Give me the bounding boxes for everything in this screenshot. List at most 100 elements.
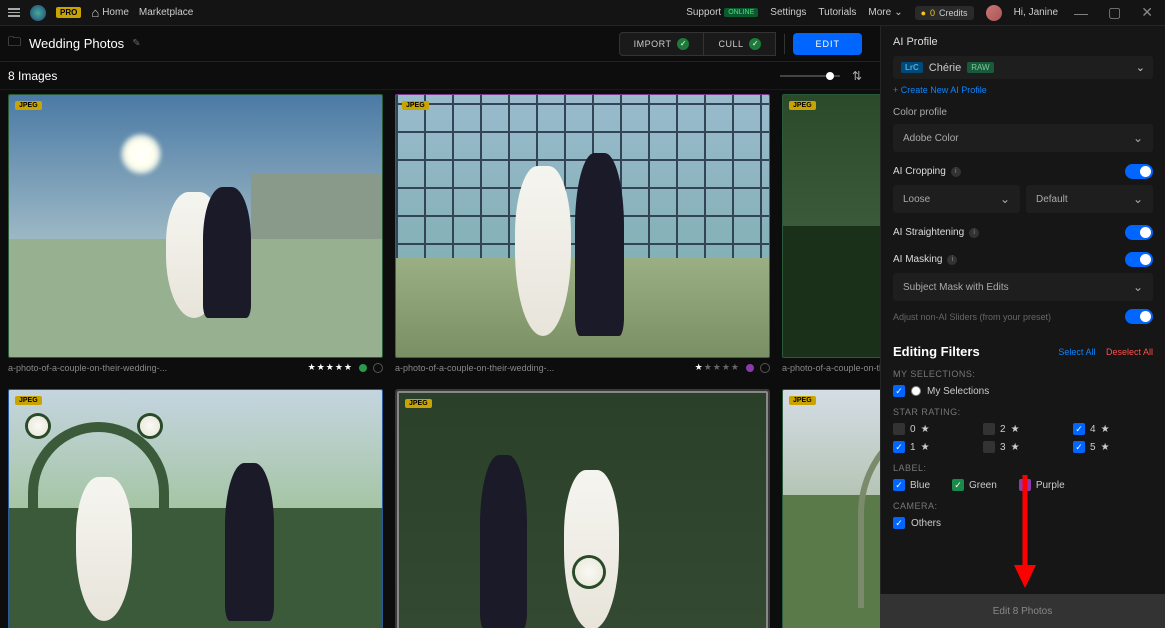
- chevron-down-icon: [1133, 131, 1143, 145]
- image-card[interactable]: JPEG a-realistic-photo-of-a-couple-on-th…: [8, 389, 383, 628]
- info-icon[interactable]: i: [947, 255, 957, 265]
- nav-support[interactable]: Support ONLINE: [686, 7, 758, 18]
- color-profile-label: Color profile: [893, 107, 1153, 118]
- nav-home[interactable]: Home: [91, 5, 129, 20]
- ai-profile-select[interactable]: LrC Chérie RAW ⌄: [893, 56, 1153, 79]
- import-label: IMPORT: [634, 39, 672, 49]
- coin-icon: ●: [921, 8, 926, 18]
- info-icon[interactable]: i: [969, 228, 979, 238]
- my-selections-checkbox[interactable]: ✓: [893, 385, 905, 397]
- right-sidebar: AI Profile LrC Chérie RAW ⌄ + Create New…: [880, 26, 1165, 628]
- star-3-label: 3: [1000, 442, 1006, 453]
- info-icon[interactable]: i: [951, 167, 961, 177]
- crop-mode-value: Loose: [903, 194, 930, 205]
- filename: a-photo-of-a-couple-on-their-wedding-...: [395, 363, 689, 373]
- mask-value: Subject Mask with Edits: [903, 282, 1009, 293]
- nav-more[interactable]: More ⌄: [868, 7, 902, 18]
- mask-select[interactable]: Subject Mask with Edits: [893, 273, 1153, 301]
- credits-pill[interactable]: ●0Credits: [915, 6, 974, 20]
- my-selections-label: My Selections: [927, 386, 989, 397]
- color-label[interactable]: [359, 364, 367, 372]
- ai-straightening-toggle[interactable]: [1125, 225, 1153, 240]
- album-title: Wedding Photos: [29, 36, 124, 51]
- nav-more-label: More: [868, 7, 891, 18]
- star-icon: ★: [1101, 442, 1110, 453]
- star-0-checkbox[interactable]: [893, 423, 905, 435]
- import-button[interactable]: IMPORT ✓: [619, 32, 705, 56]
- crop-mode-select[interactable]: Loose: [893, 185, 1020, 213]
- ai-cropping-toggle[interactable]: [1125, 164, 1153, 179]
- label-heading: LABEL:: [893, 463, 1153, 473]
- window-maximize[interactable]: ▢: [1104, 4, 1125, 21]
- label-purple-checkbox[interactable]: ✓: [1019, 479, 1031, 491]
- edit-photos-button[interactable]: Edit 8 Photos: [880, 594, 1165, 628]
- user-greeting[interactable]: Hi, Janine: [1014, 7, 1058, 18]
- star-4-label: 4: [1090, 424, 1096, 435]
- user-avatar[interactable]: [986, 5, 1002, 21]
- sort-icon[interactable]: ⇅: [852, 69, 862, 83]
- ai-cropping-label: AI Cropping: [893, 166, 946, 177]
- color-label[interactable]: [746, 364, 754, 372]
- camera-others-label: Others: [911, 518, 941, 529]
- star-3-checkbox[interactable]: [983, 441, 995, 453]
- star-2-checkbox[interactable]: [983, 423, 995, 435]
- nav-settings[interactable]: Settings: [770, 7, 806, 18]
- cull-button[interactable]: CULL✓: [704, 32, 776, 56]
- flag-icon[interactable]: [760, 363, 770, 373]
- edit-photos-label: Edit 8 Photos: [993, 606, 1052, 617]
- star-icon: ★: [1101, 424, 1110, 435]
- color-profile-select[interactable]: Adobe Color: [893, 124, 1153, 152]
- jpeg-badge: JPEG: [15, 101, 42, 110]
- thumbnail-size-slider[interactable]: [780, 75, 840, 77]
- flag-icon[interactable]: [373, 363, 383, 373]
- ai-profile-heading: AI Profile: [893, 36, 1153, 48]
- window-minimize[interactable]: —: [1070, 5, 1092, 21]
- chevron-down-icon: [1000, 192, 1010, 206]
- select-all-link[interactable]: Select All: [1058, 347, 1095, 357]
- jpeg-badge: JPEG: [402, 101, 429, 110]
- star-rating[interactable]: ★★★★★: [695, 362, 740, 373]
- online-badge: ONLINE: [724, 8, 758, 17]
- star-4-checkbox[interactable]: ✓: [1073, 423, 1085, 435]
- ai-masking-toggle[interactable]: [1125, 252, 1153, 267]
- color-profile-value: Adobe Color: [903, 133, 959, 144]
- image-count: 8 Images: [8, 69, 57, 83]
- crop-default-select[interactable]: Default: [1026, 185, 1153, 213]
- check-icon: ✓: [749, 38, 761, 50]
- label-green-checkbox[interactable]: ✓: [952, 479, 964, 491]
- star-rating[interactable]: ★★★★★: [308, 362, 353, 373]
- image-card[interactable]: JPEG a-photo-of-a-couple-on-their-weddin…: [8, 94, 383, 377]
- image-card[interactable]: JPEG a-photo-of-a-wedding-ceremony-a-bri…: [395, 389, 770, 628]
- check-icon: ✓: [677, 38, 689, 50]
- folder-icon: 🗀: [8, 33, 21, 55]
- nav-marketplace[interactable]: Marketplace: [139, 7, 193, 18]
- hamburger-menu[interactable]: [8, 8, 20, 17]
- window-close[interactable]: ✕: [1137, 4, 1157, 21]
- star-rating-heading: STAR RATING:: [893, 407, 1153, 417]
- edit-title-icon[interactable]: ✎: [132, 38, 140, 49]
- deselect-all-link[interactable]: Deselect All: [1106, 347, 1153, 357]
- chevron-down-icon: ⌄: [1136, 61, 1145, 74]
- label-blue-checkbox[interactable]: ✓: [893, 479, 905, 491]
- camera-others-checkbox[interactable]: ✓: [893, 517, 905, 529]
- jpeg-badge: JPEG: [789, 101, 816, 110]
- nav-tutorials[interactable]: Tutorials: [818, 7, 856, 18]
- image-card[interactable]: JPEG a-photo-of-a-couple-on-their-weddin…: [395, 94, 770, 377]
- adjust-sliders-toggle[interactable]: [1125, 309, 1153, 324]
- star-1-checkbox[interactable]: ✓: [893, 441, 905, 453]
- chevron-down-icon: [1133, 280, 1143, 294]
- star-5-checkbox[interactable]: ✓: [1073, 441, 1085, 453]
- nav-home-label: Home: [102, 7, 129, 18]
- edit-button[interactable]: EDIT: [793, 33, 862, 55]
- star-icon: ★: [921, 442, 930, 453]
- star-2-label: 2: [1000, 424, 1006, 435]
- profile-name: Chérie: [929, 62, 961, 74]
- jpeg-badge: JPEG: [15, 396, 42, 405]
- crop-default-value: Default: [1036, 194, 1068, 205]
- jpeg-badge: JPEG: [789, 396, 816, 405]
- chevron-down-icon: [1133, 192, 1143, 206]
- create-profile-link[interactable]: + Create New AI Profile: [893, 85, 1153, 95]
- star-icon: ★: [921, 424, 930, 435]
- star-0-label: 0: [910, 424, 916, 435]
- divider: [784, 34, 785, 54]
